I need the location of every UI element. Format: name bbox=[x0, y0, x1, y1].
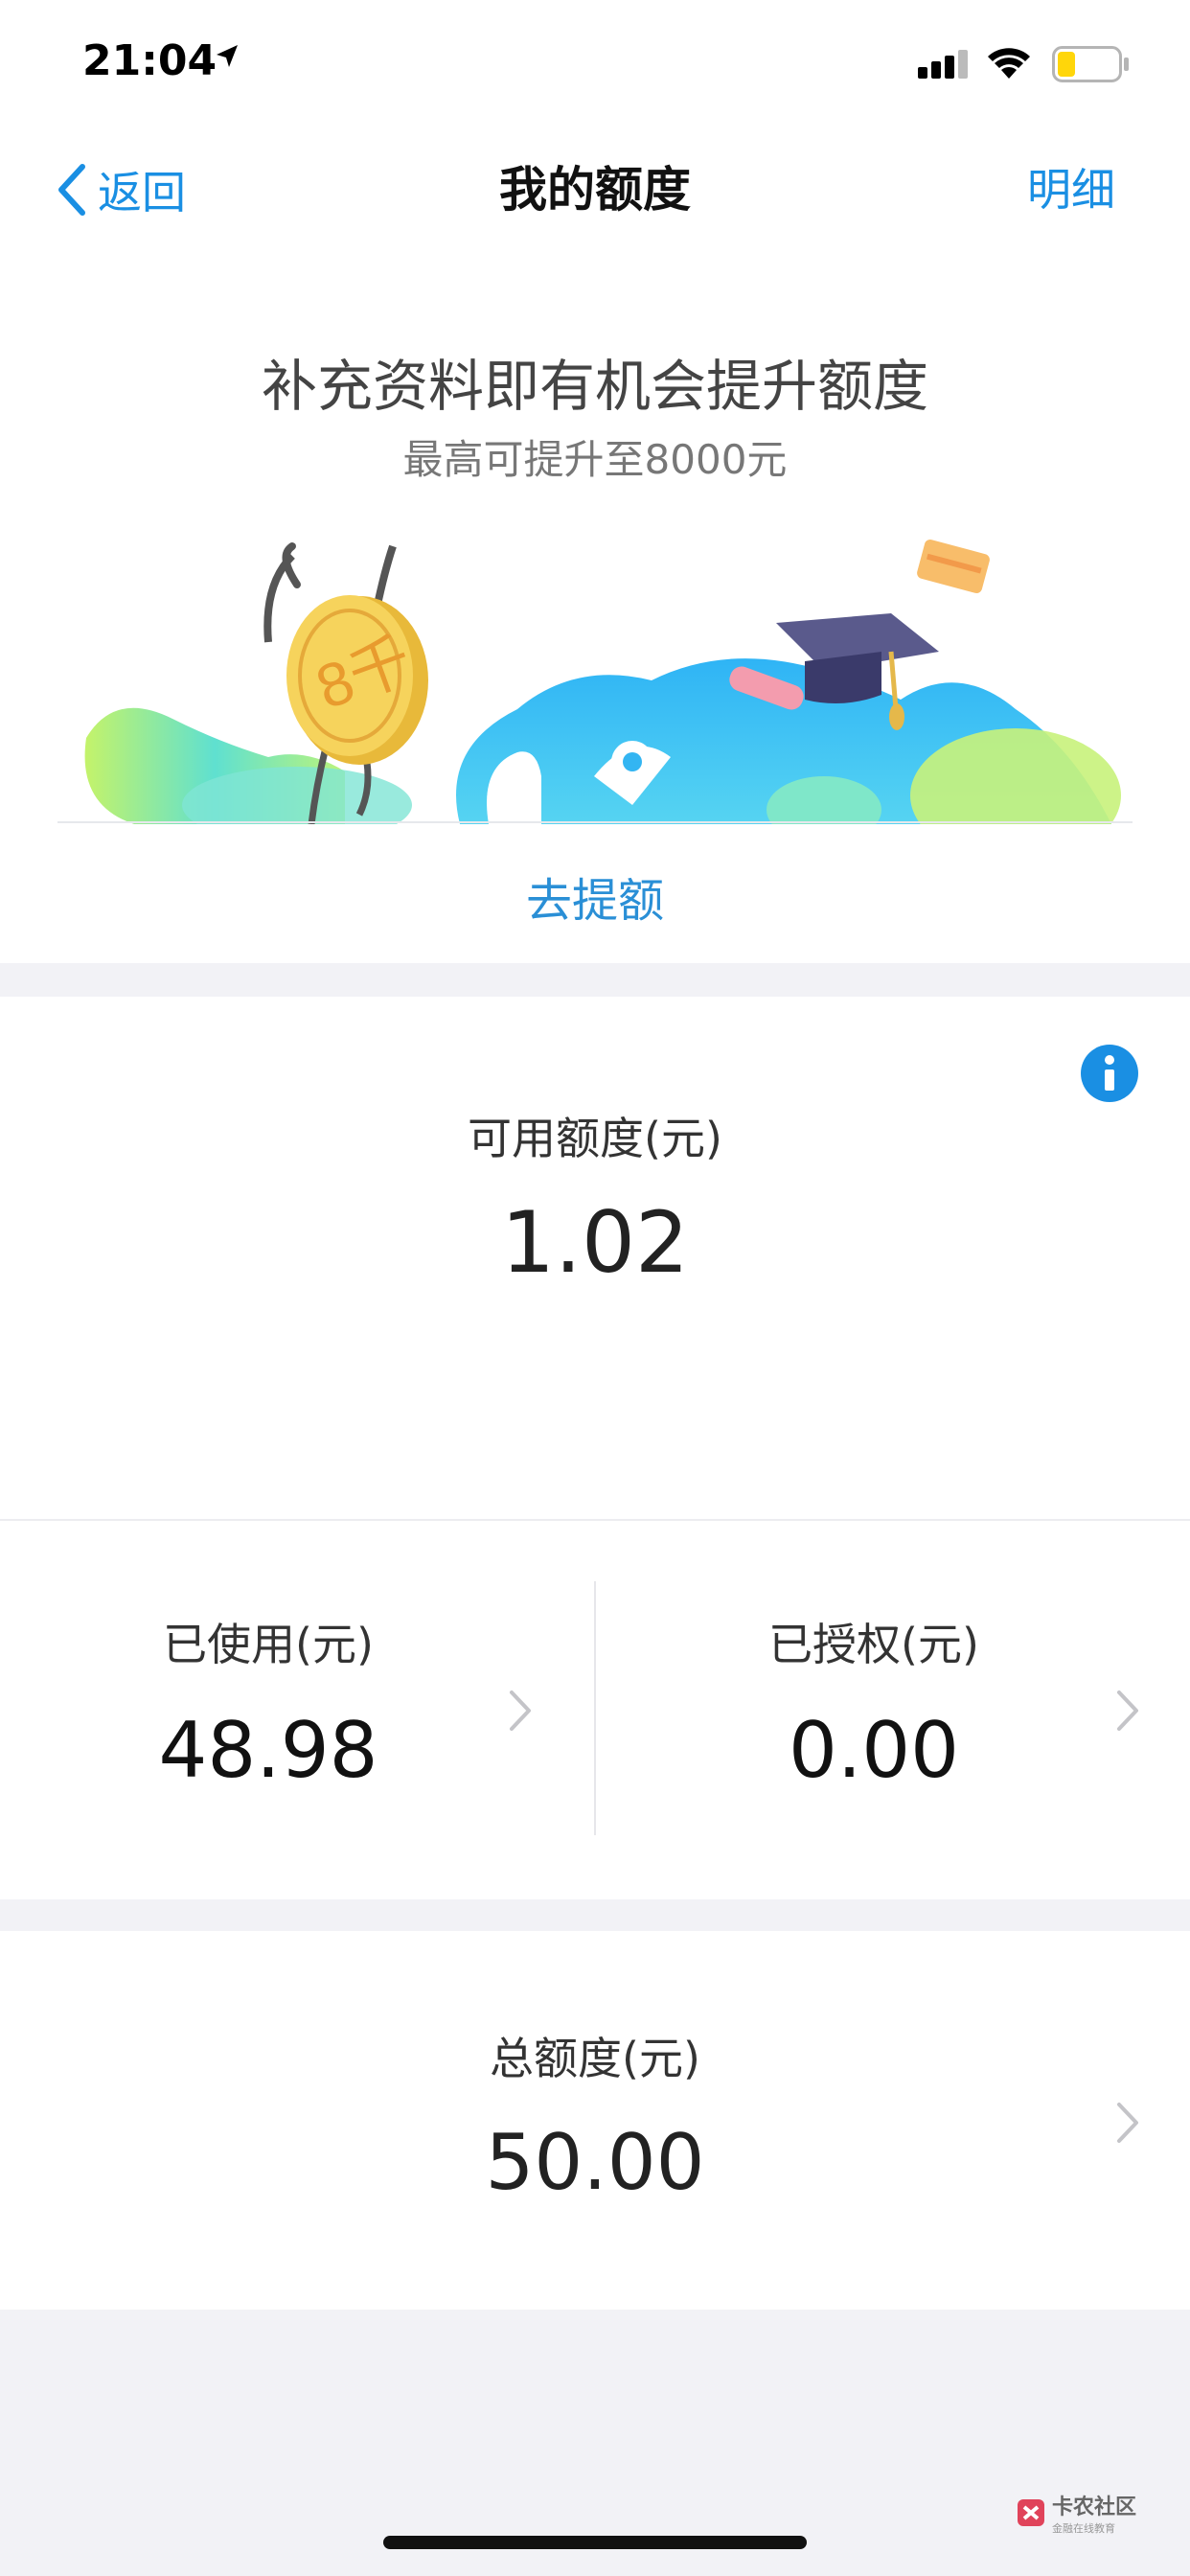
authorized-value: 0.00 bbox=[788, 1706, 960, 1795]
location-arrow-icon bbox=[213, 42, 241, 75]
page-title: 我的额度 bbox=[499, 162, 691, 218]
available-value: 1.02 bbox=[501, 1193, 689, 1292]
chevron-right-icon bbox=[1117, 1690, 1138, 1731]
banner-divider bbox=[57, 821, 1133, 823]
watermark-logo-icon bbox=[1018, 2499, 1044, 2526]
used-label: 已使用(元) bbox=[163, 1619, 374, 1670]
chevron-right-icon bbox=[1117, 2103, 1138, 2143]
promo-illustration: 8千 bbox=[84, 540, 1121, 824]
battery-icon bbox=[1052, 46, 1131, 86]
promo-subtitle: 最高可提升至8000元 bbox=[402, 436, 788, 483]
chevron-right-icon bbox=[510, 1690, 531, 1731]
watermark-text: 卡农社区 bbox=[1052, 2496, 1137, 2519]
authorized-label: 已授权(元) bbox=[768, 1619, 979, 1670]
status-time: 21:04 bbox=[82, 36, 217, 85]
used-value: 48.98 bbox=[158, 1706, 378, 1795]
promo-title: 补充资料即有机会提升额度 bbox=[261, 354, 928, 419]
raise-limit-button[interactable]: 去提额 bbox=[0, 862, 1190, 930]
watermark: 卡农社区 金融在线教育 bbox=[1016, 2490, 1136, 2536]
total-value: 50.00 bbox=[485, 2118, 705, 2207]
signal-icon bbox=[918, 48, 972, 82]
watermark-subtext: 金融在线教育 bbox=[1052, 2522, 1115, 2535]
detail-link[interactable]: 明细 bbox=[1027, 159, 1115, 220]
available-label: 可用额度(元) bbox=[468, 1113, 722, 1164]
info-icon[interactable] bbox=[1081, 1045, 1138, 1106]
home-indicator[interactable] bbox=[383, 2536, 807, 2549]
wifi-icon bbox=[985, 44, 1033, 84]
total-label: 总额度(元) bbox=[490, 2033, 700, 2084]
